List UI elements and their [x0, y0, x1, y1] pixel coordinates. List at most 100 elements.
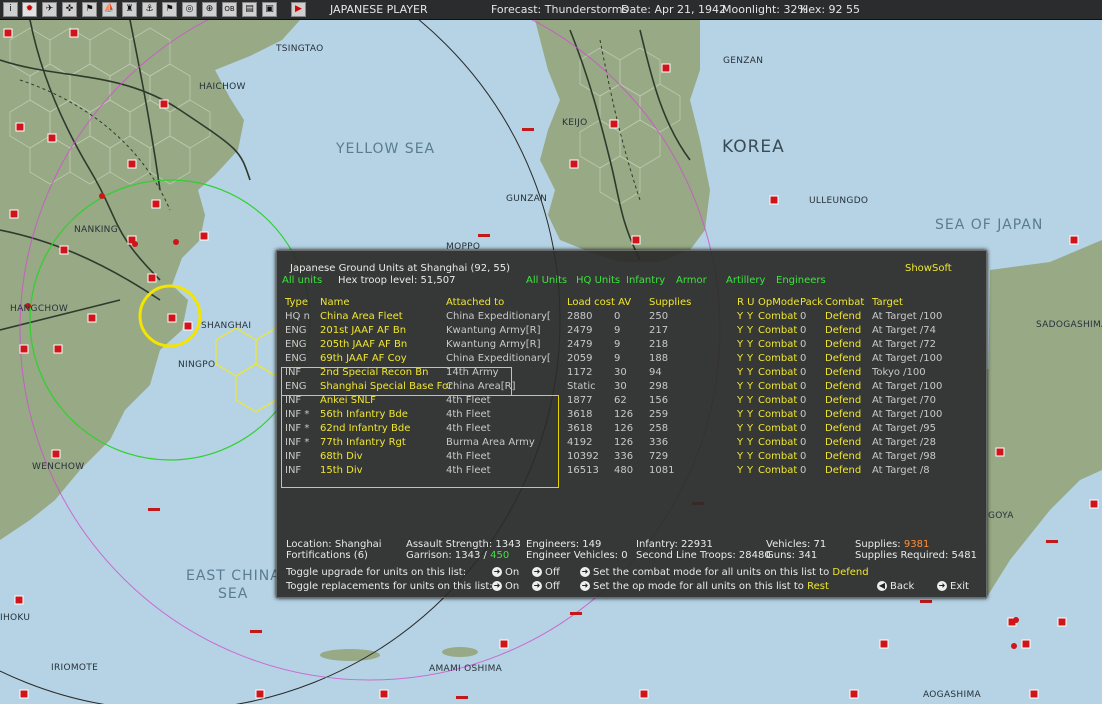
header-name[interactable]: Name	[320, 297, 350, 308]
unit-row[interactable]: ENG Shanghai Special Base For China Area[R…	[277, 381, 986, 395]
unit-opmode[interactable]: Combat	[758, 353, 797, 364]
unit-name[interactable]: 2nd Special Recon Bn	[320, 367, 428, 378]
unit-combat[interactable]: Defend	[825, 395, 861, 406]
unit-combat[interactable]: Defend	[825, 353, 861, 364]
replacements-on-button[interactable]: ➜ On	[492, 581, 519, 592]
unit-r[interactable]: Y	[737, 395, 743, 406]
show-soft-button[interactable]: ShowSoft	[905, 263, 952, 274]
unit-opmode[interactable]: Combat	[758, 339, 797, 350]
unit-combat[interactable]: Defend	[825, 311, 861, 322]
unit-opmode[interactable]: Combat	[758, 423, 797, 434]
replacements-off-button[interactable]: ➜ Off	[532, 581, 560, 592]
unit-r[interactable]: Y	[737, 353, 743, 364]
unit-opmode[interactable]: Combat	[758, 325, 797, 336]
globe-button[interactable]: ⊕	[202, 2, 217, 17]
unit-u[interactable]: Y	[747, 409, 753, 420]
unit-name[interactable]: 205th JAAF AF Bn	[320, 339, 407, 350]
header-type[interactable]: Type	[285, 297, 308, 308]
unit-name[interactable]: 77th Infantry Rgt	[320, 437, 406, 448]
upgrade-off-button[interactable]: ➜ Off	[532, 567, 560, 578]
filter-infantry[interactable]: Infantry	[626, 275, 665, 286]
air-units-button[interactable]: ✜	[62, 2, 77, 17]
unit-row[interactable]: INF 15th Div 4th Fleet 16513 480 1081 Y Y Combat…	[277, 465, 986, 479]
unit-combat[interactable]: Defend	[825, 325, 861, 336]
ships-button[interactable]: ⛵	[102, 2, 117, 17]
filter-engineers[interactable]: Engineers	[776, 275, 826, 286]
unit-r[interactable]: Y	[737, 339, 743, 350]
ob-button[interactable]: OB	[222, 2, 237, 17]
unit-combat[interactable]: Defend	[825, 423, 861, 434]
unit-opmode[interactable]: Combat	[758, 437, 797, 448]
screen-button[interactable]: ▣	[262, 2, 277, 17]
unit-row[interactable]: ENG 69th JAAF AF Coy China Expeditionary[2…	[277, 353, 986, 367]
flag2-button[interactable]: ⚑	[162, 2, 177, 17]
unit-row[interactable]: INF * 56th Infantry Bde 4th Fleet 3618 126 25…	[277, 409, 986, 423]
unit-u[interactable]: Y	[747, 451, 753, 462]
unit-r[interactable]: Y	[737, 423, 743, 434]
unit-opmode[interactable]: Combat	[758, 367, 797, 378]
unit-opmode[interactable]: Combat	[758, 381, 797, 392]
unit-name[interactable]: Ankei SNLF	[320, 395, 376, 406]
unit-combat[interactable]: Defend	[825, 381, 861, 392]
header-load[interactable]: Load cost AV	[567, 297, 631, 308]
unit-opmode[interactable]: Combat	[758, 311, 797, 322]
header-attached[interactable]: Attached to	[446, 297, 504, 308]
unit-row[interactable]: INF Ankei SNLF 4th Fleet 1877 62 156 Y Y Combat 0…	[277, 395, 986, 409]
unit-u[interactable]: Y	[747, 381, 753, 392]
unit-row[interactable]: INF 68th Div 4th Fleet 10392 336 729 Y Y Combat 0…	[277, 451, 986, 465]
unit-combat[interactable]: Defend	[825, 367, 861, 378]
unit-row[interactable]: INF * 77th Infantry Rgt Burma Area Army 419…	[277, 437, 986, 451]
unit-combat[interactable]: Defend	[825, 451, 861, 462]
header-target[interactable]: Target	[872, 297, 903, 308]
filter-hq-units[interactable]: HQ Units	[576, 275, 620, 286]
header-pack[interactable]: Pack	[800, 297, 823, 308]
unit-name[interactable]: 69th JAAF AF Coy	[320, 353, 407, 364]
unit-combat[interactable]: Defend	[825, 465, 861, 476]
japan-flag-button[interactable]: ✹	[22, 2, 37, 17]
unit-opmode[interactable]: Combat	[758, 451, 797, 462]
unit-u[interactable]: Y	[747, 367, 753, 378]
target-button[interactable]: ◎	[182, 2, 197, 17]
filter-armor[interactable]: Armor	[676, 275, 707, 286]
unit-u[interactable]: Y	[747, 395, 753, 406]
anchor-button[interactable]: ⚓	[142, 2, 157, 17]
unit-name[interactable]: Shanghai Special Base For	[320, 381, 452, 392]
unit-r[interactable]: Y	[737, 451, 743, 462]
exit-button[interactable]: ➜ Exit	[937, 581, 969, 592]
unit-combat[interactable]: Defend	[825, 437, 861, 448]
aircraft-button[interactable]: ✈	[42, 2, 57, 17]
unit-name[interactable]: 56th Infantry Bde	[320, 409, 408, 420]
unit-combat[interactable]: Defend	[825, 409, 861, 420]
list-button[interactable]: ▤	[242, 2, 257, 17]
unit-u[interactable]: Y	[747, 325, 753, 336]
combat-mode-value[interactable]: Defend	[832, 567, 868, 578]
unit-name[interactable]: 62nd Infantry Bde	[320, 423, 410, 434]
set-op-mode[interactable]: ➜ Set the op mode for all units on this l…	[580, 581, 829, 592]
header-opmode[interactable]: OpMode	[758, 297, 799, 308]
filter-artillery[interactable]: Artillery	[726, 275, 765, 286]
unit-u[interactable]: Y	[747, 423, 753, 434]
unit-row[interactable]: INF 2nd Special Recon Bn 14th Army 1172 30 94…	[277, 367, 986, 381]
filter-all-units[interactable]: All Units	[526, 275, 567, 286]
unit-r[interactable]: Y	[737, 311, 743, 322]
unit-r[interactable]: Y	[737, 325, 743, 336]
header-ru[interactable]: R U	[737, 297, 754, 308]
info-button[interactable]: i	[3, 2, 18, 17]
unit-combat[interactable]: Defend	[825, 339, 861, 350]
unit-u[interactable]: Y	[747, 465, 753, 476]
unit-row[interactable]: INF * 62nd Infantry Bde 4th Fleet 3618 126 25…	[277, 423, 986, 437]
unit-row[interactable]: ENG 201st JAAF AF Bn Kwantung Army[R] 2479 9…	[277, 325, 986, 339]
unit-name[interactable]: China Area Fleet	[320, 311, 403, 322]
unit-r[interactable]: Y	[737, 409, 743, 420]
filter-all-units-left[interactable]: All units	[282, 275, 322, 286]
unit-u[interactable]: Y	[747, 353, 753, 364]
header-supplies[interactable]: Supplies	[649, 297, 691, 308]
unit-r[interactable]: Y	[737, 437, 743, 448]
unit-u[interactable]: Y	[747, 437, 753, 448]
unit-opmode[interactable]: Combat	[758, 395, 797, 406]
flag-button[interactable]: ⚑	[82, 2, 97, 17]
unit-name[interactable]: 15th Div	[320, 465, 363, 476]
end-turn-button[interactable]: ▶	[291, 2, 306, 17]
unit-r[interactable]: Y	[737, 381, 743, 392]
unit-r[interactable]: Y	[737, 465, 743, 476]
